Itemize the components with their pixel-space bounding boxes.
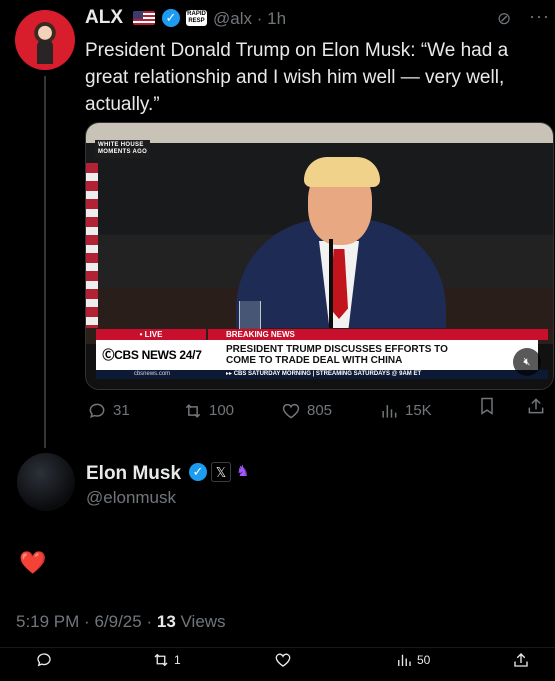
org-badge-icon[interactable]: RAPID RESP	[186, 10, 207, 26]
bookmark-button[interactable]	[477, 396, 497, 416]
share-icon	[528, 398, 544, 414]
like-icon	[282, 403, 300, 419]
network-logo: ⒸCBS NEWS 24/7	[96, 340, 208, 370]
bottom-views-button[interactable]: 50	[395, 651, 430, 669]
post-time[interactable]: 1h	[267, 9, 286, 28]
reply-icon	[89, 403, 105, 419]
views-icon	[382, 405, 397, 418]
thread-line	[44, 76, 46, 448]
author-handle[interactable]: @alx	[213, 9, 252, 28]
ticker-text: ▸▸ CBS SATURDAY MORNING | STREAMING SATU…	[226, 371, 422, 377]
news-headline: PRESIDENT TRUMP DISCUSSES EFFORTS TO COM…	[208, 340, 538, 370]
tweet-text: President Donald Trump on Elon Musk: “We…	[85, 40, 509, 115]
live-label: • LIVE	[96, 329, 206, 340]
author-name[interactable]: ALX	[85, 7, 123, 29]
bottom-repost-button[interactable]: 1	[152, 651, 181, 669]
x-badge-icon[interactable]: 𝕏	[211, 462, 231, 482]
reply-button[interactable]: 31	[87, 396, 130, 426]
separator: ·	[256, 9, 263, 28]
reply-avatar[interactable]	[17, 453, 75, 511]
verified-icon[interactable]: ✓	[162, 9, 180, 27]
views-icon	[398, 654, 411, 666]
author-handle-time[interactable]: @alx · 1h	[213, 9, 286, 29]
bookmark-icon	[481, 397, 493, 415]
share-button[interactable]	[526, 396, 546, 416]
reply-author-handle[interactable]: @elonmusk	[86, 488, 176, 508]
bottom-reply-button[interactable]	[35, 651, 53, 669]
mute-icon[interactable]: 🔇︎	[513, 348, 541, 376]
news-ticker: cbsnews.com ▸▸ CBS SATURDAY MORNING | ST…	[96, 370, 548, 379]
breaking-label: BREAKING NEWS	[208, 329, 548, 340]
grok-icon[interactable]: ⊘	[497, 10, 515, 28]
affiliate-icon[interactable]: ♞	[236, 463, 254, 481]
like-icon	[275, 653, 291, 667]
corner-label: WHITE HOUSE MOMENTS AGO	[95, 140, 151, 158]
news-url: cbsnews.com	[133, 371, 171, 377]
author-avatar[interactable]	[15, 10, 75, 70]
repost-icon	[154, 653, 168, 667]
bottom-share-button[interactable]	[512, 651, 530, 669]
reply-author-name[interactable]: Elon Musk	[86, 463, 181, 485]
action-bar: 31 100 805 15K	[85, 396, 552, 426]
views-button[interactable]: 15K	[379, 396, 432, 426]
bottom-like-button[interactable]	[274, 651, 292, 669]
repost-button[interactable]: 100	[183, 396, 234, 426]
post-timestamp[interactable]: 5:19 PM · 6/9/25 · 13 Views	[16, 612, 226, 632]
verified-icon[interactable]: ✓	[189, 463, 207, 481]
video-player[interactable]: WHITE HOUSE MOMENTS AGO • LIVE BREAKING …	[85, 122, 554, 390]
flag-icon	[133, 11, 155, 25]
like-button[interactable]: 805	[281, 396, 332, 426]
share-icon	[514, 653, 528, 667]
repost-icon	[185, 404, 201, 418]
more-icon[interactable]: ···	[529, 6, 550, 27]
reply-icon	[37, 653, 51, 667]
reply-text: ❤️	[19, 550, 47, 575]
